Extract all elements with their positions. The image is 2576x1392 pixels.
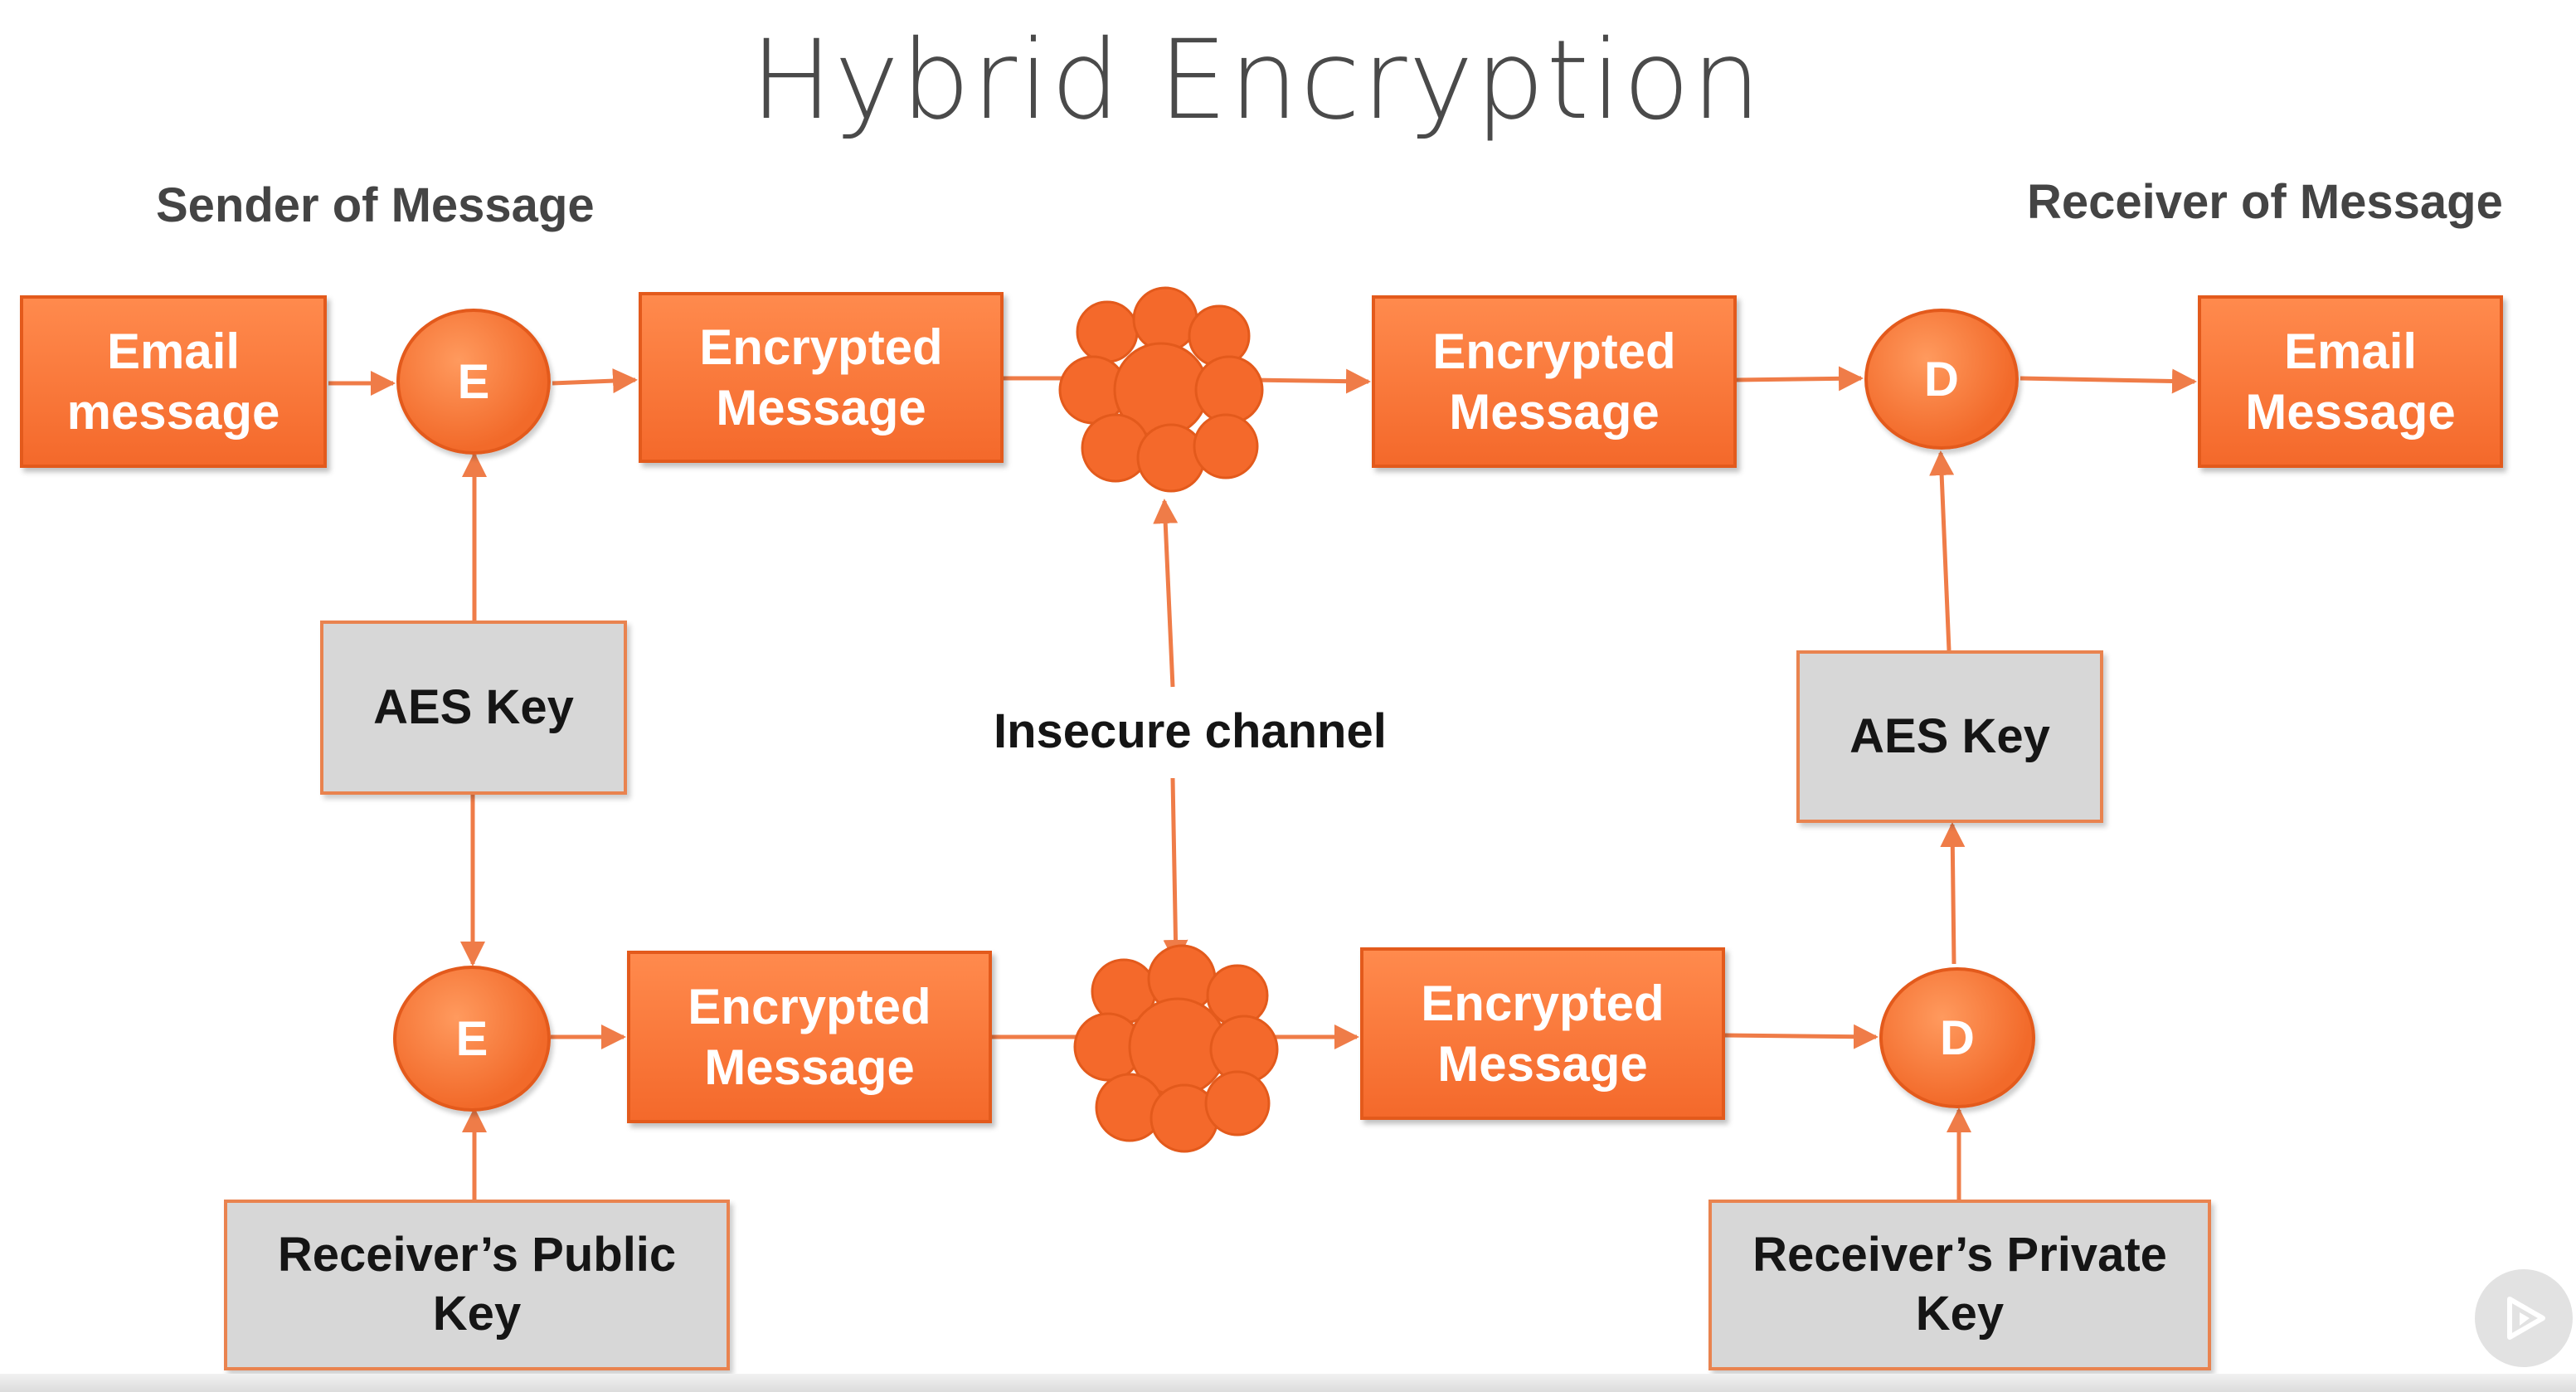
play-icon — [2507, 1297, 2545, 1340]
cloud-icon — [1073, 944, 1279, 1153]
private-key-line-2: Key — [1915, 1287, 2005, 1341]
decrypt-node-top: D — [1864, 309, 2019, 450]
encrypted-message-box-sender-top: Encrypted Message — [639, 292, 1004, 463]
insecure-channel-label: Insecure channel — [994, 704, 1387, 758]
encrypted-message-box-receiver-bottom: Encrypted Message — [1360, 947, 1725, 1120]
encrypted-message-line-1: Encrypted — [1421, 975, 1665, 1031]
encrypted-message-line-1: Encrypted — [688, 978, 931, 1034]
encrypted-message-box-receiver-top: Encrypted Message — [1372, 295, 1737, 468]
public-key-line-1: Receiver’s Public — [277, 1228, 677, 1282]
receiver-private-key-box: Receiver’s Private Key — [1708, 1200, 2211, 1370]
receiver-public-key-box: Receiver’s Public Key — [224, 1200, 730, 1370]
player-bottom-bar — [0, 1374, 2576, 1392]
encrypted-message-line-2: Message — [704, 1039, 915, 1095]
email-message-line-1: Email — [106, 323, 241, 379]
encrypted-message-box-sender-bottom: Encrypted Message — [627, 951, 992, 1123]
encrypted-message-line-2: Message — [1437, 1036, 1648, 1092]
encrypted-message-line-2: Message — [716, 380, 926, 436]
arrow-channel-to-cloud-top — [1153, 499, 1179, 688]
encrypt-node-bottom: E — [393, 966, 551, 1112]
aes-key-box-sender: AES Key — [320, 621, 627, 795]
private-key-line-1: Receiver’s Private — [1752, 1228, 2167, 1282]
encrypt-node-top: E — [396, 309, 551, 455]
sender-heading: Sender of Message — [156, 178, 595, 232]
arrow-encrypt-to-encrypted — [552, 368, 638, 394]
cloud-icon — [1058, 286, 1264, 493]
aes-key-box-receiver: AES Key — [1796, 650, 2103, 823]
arrow-encrypted-to-decrypt — [1736, 366, 1864, 392]
encrypted-message-line-1: Encrypted — [1432, 323, 1676, 379]
arrow-decrypt-to-email — [2019, 368, 2197, 394]
email-message-box: Email message — [20, 295, 327, 468]
public-key-line-2: Key — [432, 1287, 522, 1341]
arrow-encrypted-to-decrypt-bottom — [1724, 1024, 1879, 1049]
email-message-line-1: Email — [2283, 323, 2418, 379]
hybrid-encryption-diagram: Hybrid Encryption Sender of Message Rece… — [0, 0, 2576, 1392]
arrow-aes-to-decrypt — [1929, 450, 1955, 651]
page-title: Hybrid Encryption — [750, 17, 1763, 144]
arrow-channel-to-cloud-bottom — [1163, 777, 1188, 965]
email-message-output-box: Email Message — [2198, 295, 2503, 468]
email-message-line-2: Message — [2245, 384, 2456, 440]
arrow-decrypt-to-aes — [1940, 822, 1966, 965]
play-button[interactable] — [2475, 1269, 2573, 1367]
encrypted-message-line-1: Encrypted — [699, 319, 943, 375]
decrypt-node-bottom: D — [1879, 967, 2035, 1108]
encrypted-message-line-2: Message — [1449, 384, 1660, 440]
email-message-line-2: message — [66, 384, 280, 440]
arrow-cloud-to-encrypted-top — [1250, 368, 1371, 394]
receiver-heading: Receiver of Message — [2027, 175, 2503, 229]
